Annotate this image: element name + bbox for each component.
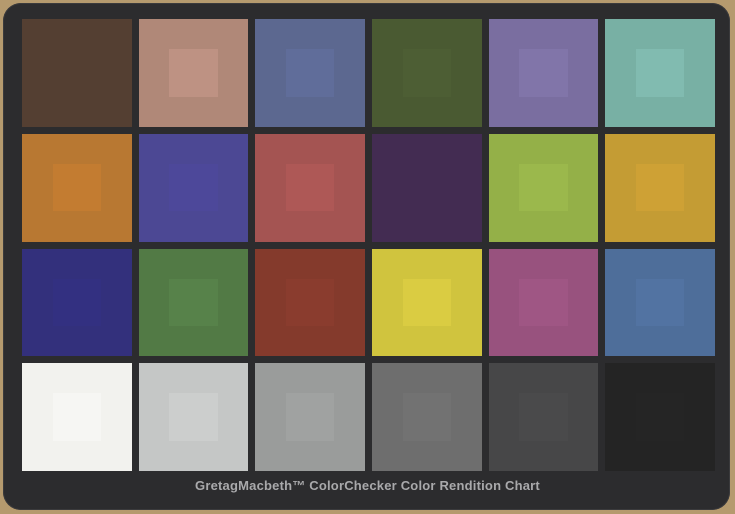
color-patch <box>488 363 599 471</box>
color-patch-center <box>286 278 335 327</box>
color-patch-center <box>402 393 451 441</box>
color-patch-center <box>402 278 451 327</box>
color-patch-center <box>169 163 218 212</box>
color-patch <box>22 19 132 127</box>
colorchecker-photo: GretagMacbeth™ ColorChecker Color Rendit… <box>0 0 735 514</box>
color-patch-center <box>402 163 451 212</box>
color-patch-center <box>286 49 335 97</box>
color-patch <box>22 248 132 357</box>
color-patch <box>488 248 599 357</box>
color-patch <box>255 19 365 127</box>
color-patch <box>488 133 599 242</box>
color-patch <box>605 363 715 471</box>
color-patch <box>22 363 132 471</box>
color-patch <box>488 19 599 127</box>
color-patch-center <box>519 278 568 327</box>
color-patch <box>138 363 249 471</box>
color-patch-center <box>52 278 101 327</box>
color-patch <box>371 19 482 127</box>
color-patch <box>255 133 365 242</box>
color-patch-center <box>636 278 685 327</box>
color-patch-center <box>169 278 218 327</box>
color-patch-center <box>52 163 101 212</box>
color-patch-center <box>519 49 568 97</box>
color-patch <box>371 133 482 242</box>
color-patch <box>605 19 715 127</box>
color-patch-center <box>52 393 101 441</box>
color-patch-center <box>52 49 101 97</box>
color-patch <box>138 19 249 127</box>
chart-caption: GretagMacbeth™ ColorChecker Color Rendit… <box>195 478 540 493</box>
color-patch-center <box>519 393 568 441</box>
color-patch-center <box>402 49 451 97</box>
color-patch-center <box>636 163 685 212</box>
color-patch-center <box>169 393 218 441</box>
color-patch <box>605 248 715 357</box>
color-patch <box>605 133 715 242</box>
color-patch-center <box>636 393 685 441</box>
color-patch <box>255 248 365 357</box>
color-patch-center <box>519 163 568 212</box>
color-patch-grid <box>22 19 715 471</box>
color-patch-center <box>636 49 685 97</box>
color-patch <box>138 133 249 242</box>
color-patch <box>138 248 249 357</box>
color-patch-center <box>169 49 218 97</box>
color-patch <box>22 133 132 242</box>
color-patch <box>255 363 365 471</box>
color-patch <box>371 248 482 357</box>
color-patch <box>371 363 482 471</box>
color-patch-center <box>286 163 335 212</box>
color-patch-center <box>286 393 335 441</box>
